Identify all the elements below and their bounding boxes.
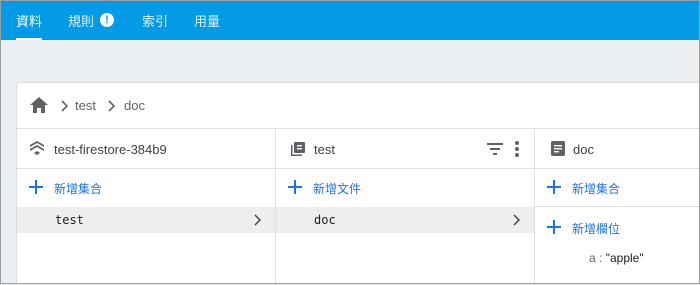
project-title: test-firestore-384b9	[54, 142, 167, 157]
home-icon[interactable]	[29, 96, 49, 114]
breadcrumb-item-doc[interactable]: doc	[124, 98, 145, 113]
chevron-right-icon	[61, 100, 69, 112]
breadcrumb-item-test[interactable]: test	[75, 98, 96, 113]
tab-indexes[interactable]: 索引	[142, 0, 168, 40]
tab-data[interactable]: 資料	[16, 0, 42, 40]
filter-icon[interactable]	[487, 142, 503, 156]
data-panel: test doc test-firestore-384b9 新增集合 test	[16, 82, 700, 285]
field-row[interactable]: a : "apple"	[589, 251, 644, 265]
list-item[interactable]: doc	[276, 207, 534, 233]
active-tab-indicator	[16, 38, 42, 40]
collection-column: test 新增文件 doc	[276, 129, 535, 285]
add-field-button[interactable]: 新增欄位	[535, 213, 700, 247]
collection-title: test	[314, 142, 335, 157]
document-icon	[551, 141, 565, 156]
plus-icon	[29, 180, 43, 194]
tab-data-label: 資料	[16, 13, 43, 29]
tab-usage[interactable]: 用量	[194, 0, 220, 40]
project-column: test-firestore-384b9 新增集合 test	[17, 129, 276, 285]
document-column-header: doc	[535, 129, 700, 169]
add-subcollection-button[interactable]: 新增集合	[535, 173, 700, 207]
add-collection-button[interactable]: 新增集合	[17, 173, 275, 207]
add-field-label: 新增欄位	[572, 222, 621, 236]
firestore-icon	[30, 141, 44, 155]
document-title: doc	[573, 142, 594, 157]
plus-icon	[547, 220, 561, 234]
alert-circle-icon: !	[100, 13, 115, 27]
tab-rules[interactable]: 規則 !	[68, 0, 115, 40]
add-collection-label: 新增集合	[54, 182, 103, 196]
document-item-label: doc	[314, 213, 336, 227]
field-separator: :	[599, 251, 603, 265]
collection-icon	[291, 142, 305, 156]
more-vert-icon[interactable]	[514, 140, 520, 158]
project-column-header: test-firestore-384b9	[17, 129, 275, 169]
divider	[535, 206, 700, 207]
add-document-label: 新增文件	[313, 182, 362, 196]
tab-indexes-label: 索引	[142, 13, 169, 29]
add-document-button[interactable]: 新增文件	[276, 173, 534, 207]
field-key: a	[589, 251, 596, 265]
top-tab-bar: 資料 規則 ! 索引 用量	[0, 0, 700, 40]
chevron-right-icon	[513, 214, 520, 226]
plus-icon	[547, 180, 561, 194]
field-value: "apple"	[605, 251, 644, 265]
add-subcollection-label: 新增集合	[572, 182, 621, 196]
chevron-right-icon	[108, 100, 116, 112]
breadcrumb: test doc	[17, 83, 700, 129]
document-column: doc 新增集合 新增欄位 a : "apple"	[535, 129, 700, 285]
list-item[interactable]: test	[17, 207, 275, 233]
chevron-right-icon	[254, 214, 261, 226]
plus-icon	[288, 180, 302, 194]
collection-item-label: test	[55, 213, 84, 227]
collection-column-header: test	[276, 129, 534, 169]
tab-rules-label: 規則	[68, 13, 95, 29]
tab-usage-label: 用量	[194, 13, 221, 29]
